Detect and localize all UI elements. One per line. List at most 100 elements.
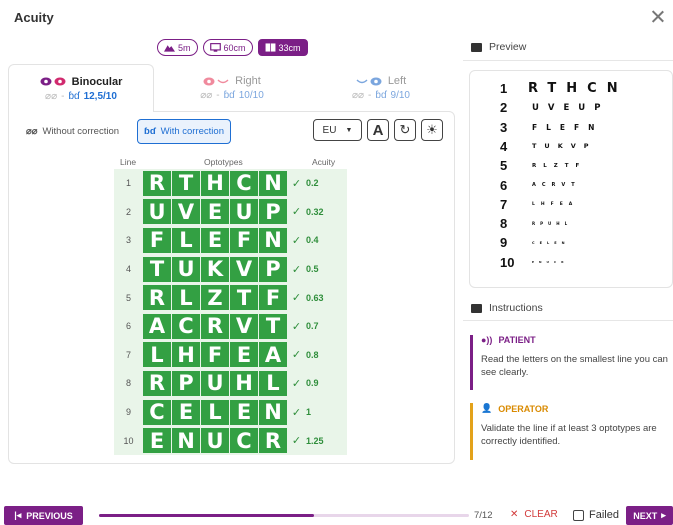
optotype-letter[interactable]: U (172, 256, 200, 282)
optotype-letter[interactable]: F (259, 285, 287, 311)
preview-letters: RTHCN (528, 81, 628, 96)
optotype-letter[interactable]: L (172, 285, 200, 311)
chart-row[interactable]: 2 U V E U P ✓ 0.32 (114, 198, 347, 227)
optotype-letter[interactable]: N (259, 170, 287, 196)
optotype-letter[interactable]: P (259, 256, 287, 282)
optotype-letter[interactable]: Z (201, 285, 229, 311)
optotype-letter[interactable]: L (201, 399, 229, 425)
line-number: 9 (125, 407, 131, 418)
optotype-letter[interactable]: L (259, 370, 287, 396)
chart-row[interactable]: 1 R T H C N ✓ 0.2 (114, 169, 347, 198)
chevron-down-icon: ▼ (345, 126, 353, 134)
chart-row[interactable]: 8 R P U H L ✓ 0.9 (114, 369, 347, 398)
optotype-letter[interactable]: R (143, 370, 171, 396)
preview-row: 9 CELEN (500, 235, 570, 250)
optotype-letter[interactable]: C (230, 170, 258, 196)
optotype-letters: ENUCR (143, 428, 287, 454)
page-title: Acuity (14, 10, 54, 25)
optotype-letter[interactable]: E (230, 399, 258, 425)
chart-standard-select[interactable]: EU ▼ (313, 119, 362, 141)
optotype-letter[interactable]: E (143, 428, 171, 454)
checkbox-box (573, 509, 584, 521)
preview-row: 3 FLEFN (500, 120, 603, 135)
refresh-button[interactable]: ↻ (394, 119, 416, 141)
clear-button[interactable]: ✕ CLEAR (510, 509, 558, 520)
optotype-letter[interactable]: N (172, 428, 200, 454)
next-button[interactable]: NEXT ▸ (626, 506, 673, 525)
tab-binocular-label: Binocular (71, 75, 123, 88)
optotype-letter[interactable]: V (172, 199, 200, 225)
optotype-letter[interactable]: E (230, 342, 258, 368)
chart-tools: EU ▼ A ↻ ☀ (313, 119, 443, 141)
optotype-letter[interactable]: F (201, 342, 229, 368)
with-correction-button[interactable]: ɓɗ With correction (137, 118, 231, 144)
line-acuity: 0.32 (306, 206, 324, 217)
optotype-letter[interactable]: F (143, 227, 171, 253)
brightness-button[interactable]: ☀ (421, 119, 443, 141)
step-counter: 7/12 (474, 510, 493, 521)
chart-row[interactable]: 5 R L Z T F ✓ 0.63 (114, 283, 347, 312)
optotype-letter[interactable]: E (201, 199, 229, 225)
eye-tabs: Binocular ⌀⌀ - ɓɗ 12,5/10 Right ⌀⌀ - ɓɗ … (8, 64, 455, 112)
optotype-letter[interactable]: C (172, 313, 200, 339)
optotype-letter[interactable]: R (201, 313, 229, 339)
optotype-letter[interactable]: T (143, 256, 171, 282)
without-correction-button[interactable]: ⌀⌀ Without correction (20, 119, 125, 144)
optotype-letter[interactable]: R (143, 285, 171, 311)
optotype-letter[interactable]: H (201, 170, 229, 196)
optotype-letter[interactable]: T (259, 313, 287, 339)
distance-chip-5m[interactable]: 5m (157, 39, 198, 56)
line-number: 10 (123, 435, 134, 446)
optotype-letter[interactable]: R (259, 428, 287, 454)
close-icon[interactable] (651, 10, 665, 24)
chart-row[interactable]: 3 F L E F N ✓ 0.4 (114, 226, 347, 255)
optotype-letter[interactable]: L (172, 227, 200, 253)
optotype-letter[interactable]: A (259, 342, 287, 368)
letter-size-button[interactable]: A (367, 119, 389, 141)
chart-row[interactable]: 6 A C R V T ✓ 0.7 (114, 312, 347, 341)
tab-binocular[interactable]: Binocular ⌀⌀ - ɓɗ 12,5/10 (8, 64, 154, 112)
optotype-letter[interactable]: C (143, 399, 171, 425)
optotype-letter[interactable]: K (201, 256, 229, 282)
optotype-letter[interactable]: E (201, 227, 229, 253)
previous-button[interactable]: |◂ PREVIOUS (4, 506, 83, 525)
glasses-icon: ɓɗ (375, 90, 387, 101)
operator-instruction-text: Validate the line if at least 3 optotype… (481, 423, 657, 447)
chart-row[interactable]: 4 T U K V P ✓ 0.5 (114, 255, 347, 284)
optotype-letter[interactable]: T (230, 285, 258, 311)
optotype-letter[interactable]: H (172, 342, 200, 368)
optotype-letter[interactable]: T (172, 170, 200, 196)
optotype-letter[interactable]: P (172, 370, 200, 396)
optotype-letter[interactable]: E (172, 399, 200, 425)
chart-row[interactable]: 9 C E L E N ✓ 1 (114, 398, 347, 427)
optotype-letter[interactable]: F (230, 227, 258, 253)
optotype-letter[interactable]: A (143, 313, 171, 339)
check-icon: ✓ (291, 177, 302, 190)
chart-row[interactable]: 10 E N U C R ✓ 1.25 (114, 426, 347, 455)
chart-row[interactable]: 7 L H F E A ✓ 0.8 (114, 341, 347, 370)
optotype-letter[interactable]: U (143, 199, 171, 225)
optotype-letter[interactable]: U (230, 199, 258, 225)
optotype-letter[interactable]: V (230, 256, 258, 282)
optotype-letter[interactable]: L (143, 342, 171, 368)
failed-checkbox[interactable]: Failed (573, 509, 619, 521)
tab-right[interactable]: Right ⌀⌀ - ɓɗ 10/10 (159, 64, 305, 112)
optotype-letter[interactable]: U (201, 428, 229, 454)
optotype-letter[interactable]: P (259, 199, 287, 225)
optotype-letter[interactable]: H (230, 370, 258, 396)
skip-next-icon: ▸ (661, 510, 666, 520)
distance-chip-60cm[interactable]: 60cm (202, 39, 253, 56)
optotype-letter[interactable]: N (259, 399, 287, 425)
preview-letters: CELEN (532, 240, 570, 245)
check-icon: ✓ (291, 406, 302, 419)
optotype-letter[interactable]: C (230, 428, 258, 454)
optotype-letter[interactable]: R (143, 170, 171, 196)
optotype-letter[interactable]: U (201, 370, 229, 396)
optotype-letter[interactable]: N (259, 227, 287, 253)
optotypes-column-header: Optotypes (204, 157, 243, 167)
optotype-letter[interactable]: V (230, 313, 258, 339)
tab-left[interactable]: Left ⌀⌀ - ɓɗ 9/10 (308, 64, 454, 112)
optotype-letters: RLZTF (143, 285, 287, 311)
distance-chip-33cm[interactable]: 33cm (257, 39, 308, 56)
preview-line-number: 7 (500, 196, 508, 212)
